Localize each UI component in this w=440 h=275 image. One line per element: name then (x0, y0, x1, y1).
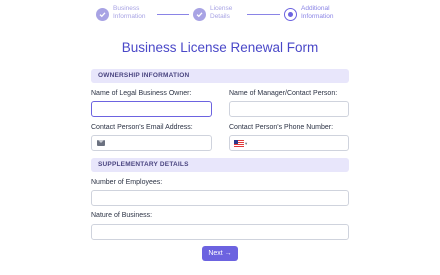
legal-owner-input[interactable] (91, 101, 212, 117)
manager-contact-input[interactable] (229, 101, 349, 117)
step-3-active-icon (284, 8, 297, 21)
step-3-label: Additional Information (301, 5, 345, 21)
phone-label: Contact Person's Phone Number: (229, 124, 334, 131)
employees-input[interactable] (91, 190, 349, 206)
manager-contact-label: Name of Manager/Contact Person: (229, 90, 338, 97)
step-1-check-icon (96, 8, 109, 21)
step-2-check-icon (193, 8, 206, 21)
step-connector-2 (247, 14, 280, 15)
section-header-supplementary: SUPPLEMENTARY DETAILS (91, 158, 349, 172)
mail-icon (97, 140, 105, 146)
step-connector-1 (157, 14, 189, 15)
step-2-label-line1: License (210, 5, 233, 12)
next-button[interactable]: Next → (202, 246, 238, 261)
step-1-label: Business Information (113, 5, 157, 21)
us-flag-icon[interactable] (234, 140, 244, 147)
step-3-label-line1: Additional (301, 5, 330, 12)
nature-label: Nature of Business: (91, 212, 153, 219)
employees-label: Number of Employees: (91, 179, 163, 186)
progress-stepper: Business Information License Details Add… (96, 5, 416, 25)
step-1-label-line1: Business (113, 5, 140, 12)
step-2-label: License Details (210, 5, 254, 21)
nature-input[interactable] (91, 224, 349, 240)
step-3-label-line2: Information (301, 13, 334, 20)
email-label: Contact Person's Email Address: (91, 124, 193, 131)
country-caret-icon[interactable]: ▾ (245, 141, 247, 147)
phone-input[interactable]: ▾ (229, 135, 349, 151)
email-input[interactable] (91, 135, 212, 151)
form-title: Business License Renewal Form (121, 40, 319, 55)
step-1-label-line2: Information (113, 13, 146, 20)
section-header-ownership: OWNERSHIP INFORMATION (91, 69, 349, 83)
legal-owner-label: Name of Legal Business Owner: (91, 90, 192, 97)
